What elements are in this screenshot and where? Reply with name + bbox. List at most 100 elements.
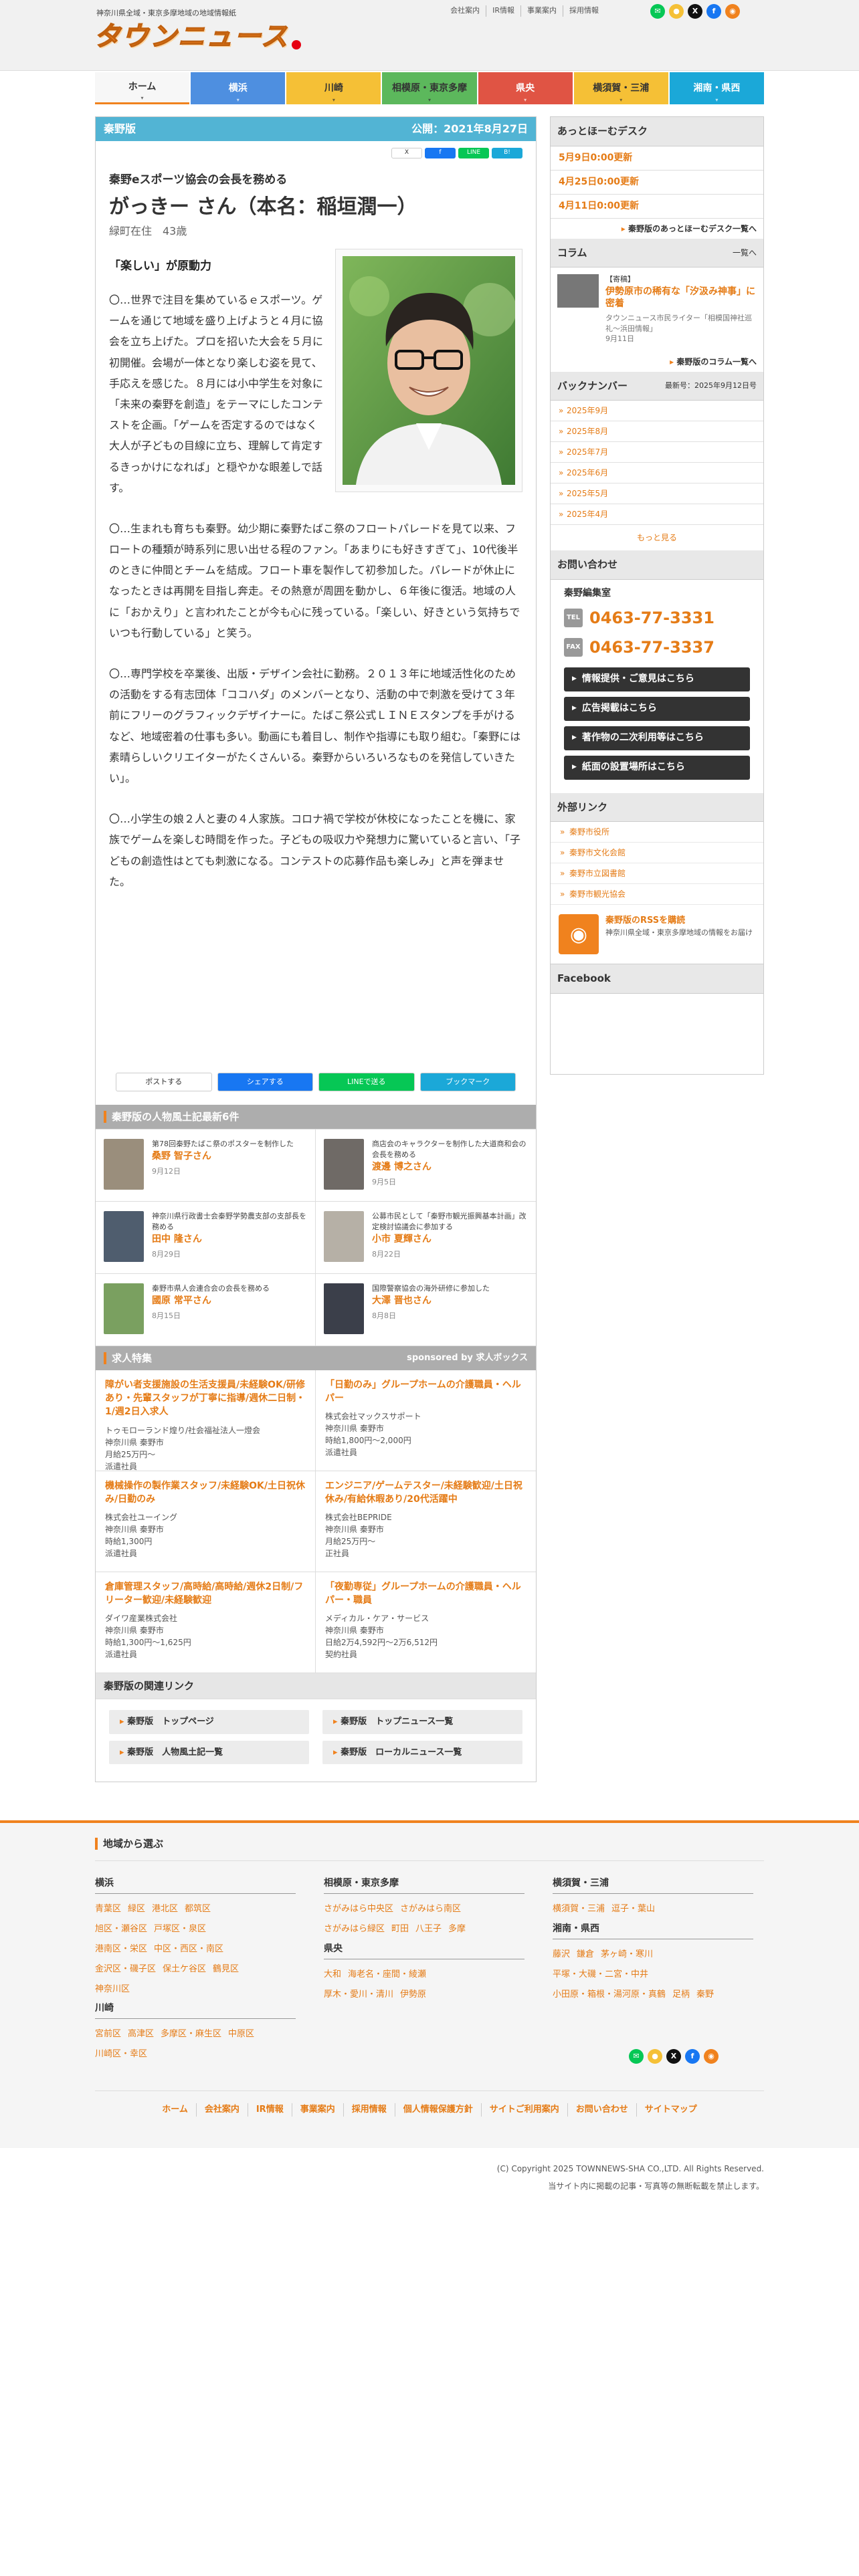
- job-title[interactable]: 機械操作の製作業スタッフ/未経験OK/土日祝休み/日勤のみ: [105, 1479, 306, 1507]
- nav-shonan[interactable]: 湘南・県西: [669, 72, 764, 104]
- people-item[interactable]: 第78回秦野たばこ祭のポスターを制作した 桑野 智子さん 9月12日: [96, 1129, 316, 1202]
- footer-link[interactable]: 中区・西区・南区: [154, 1944, 223, 1954]
- footer-nav-home[interactable]: ホーム: [154, 2103, 196, 2117]
- footer-link[interactable]: 中原区: [228, 2029, 254, 2039]
- footer-link[interactable]: 海老名・座間・綾瀬: [348, 1969, 426, 1979]
- job-item[interactable]: 「夜勤専従」グループホームの介護職員・ヘルパー・職員 メディカル・ケア・サービス神…: [316, 1572, 536, 1673]
- nav-yokohama[interactable]: 横浜: [191, 72, 286, 104]
- footer-nav-privacy[interactable]: 個人情報保護方針: [394, 2103, 481, 2117]
- hatena-mini-button[interactable]: B!: [492, 148, 522, 158]
- facebook-share-button[interactable]: シェアする: [217, 1072, 313, 1091]
- footer-link[interactable]: 川崎区・幸区: [95, 2049, 147, 2059]
- footer-link[interactable]: 旭区・瀬谷区: [95, 1924, 147, 1934]
- footer-link[interactable]: 港南区・栄区: [95, 1944, 147, 1954]
- related-link-localnews[interactable]: 秦野版 ローカルニュース一覧: [322, 1740, 522, 1765]
- footer-nav-contact[interactable]: お問い合わせ: [567, 2103, 636, 2117]
- job-title[interactable]: 「夜勤専従」グループホームの介護職員・ヘルパー・職員: [325, 1580, 527, 1608]
- job-title[interactable]: 倉庫管理スタッフ/高時給/高時給/週休2日制/フリーター歓迎/未経験歓迎: [105, 1580, 306, 1608]
- footer-link[interactable]: 青葉区: [95, 1904, 121, 1914]
- x-icon[interactable]: X: [666, 2049, 681, 2064]
- line-icon[interactable]: ✉: [650, 4, 665, 19]
- external-link[interactable]: 秦野市文化会館: [551, 843, 763, 864]
- footer-link[interactable]: 都筑区: [185, 1904, 211, 1914]
- ad-button[interactable]: 広告掲載はこちら: [564, 696, 750, 721]
- people-item[interactable]: 秦野市県人会連合会の会長を務める 國原 常平さん 8月15日: [96, 1273, 316, 1346]
- backnumber-more-link[interactable]: もっと見る: [551, 525, 763, 550]
- footer-link[interactable]: さがみはら南区: [400, 1904, 461, 1914]
- job-title[interactable]: 障がい者支援施設の生活支援員/未経験OK/研修あり・先輩スタッフが丁寧に指導/週…: [105, 1378, 306, 1419]
- line-icon[interactable]: ✉: [629, 2049, 644, 2064]
- footer-nav-sitemap[interactable]: サイトマップ: [636, 2103, 705, 2117]
- nav-home[interactable]: ホーム: [95, 72, 190, 104]
- job-item[interactable]: 障がい者支援施設の生活支援員/未経験OK/研修あり・先輩スタッフが丁寧に指導/週…: [96, 1370, 316, 1471]
- footer-link[interactable]: 平塚・大磯・二宮・中井: [553, 1969, 648, 1979]
- footer-link[interactable]: 町田: [391, 1924, 409, 1934]
- toplink-company[interactable]: 会社案内: [444, 5, 486, 17]
- site-logo[interactable]: タウンニュース: [93, 19, 301, 55]
- footer-link[interactable]: 戸塚区・泉区: [154, 1924, 206, 1934]
- footer-link[interactable]: 秦野: [696, 1990, 714, 2000]
- toplink-ir[interactable]: IR情報: [486, 5, 520, 17]
- column-all-link[interactable]: 一覧へ: [733, 247, 757, 259]
- footer-link[interactable]: 小田原・箱根・湯河原・真鶴: [553, 1990, 666, 2000]
- person-photo[interactable]: [335, 248, 522, 492]
- backnumber-item[interactable]: 2025年6月: [551, 463, 763, 484]
- job-item[interactable]: 倉庫管理スタッフ/高時給/高時給/週休2日制/フリーター歓迎/未経験歓迎 ダイワ産…: [96, 1572, 316, 1673]
- bookmark-button[interactable]: ブックマーク: [419, 1072, 516, 1091]
- footer-link[interactable]: 鎌倉: [577, 1949, 594, 1959]
- facebook-icon[interactable]: f: [706, 4, 721, 19]
- footer-nav-company[interactable]: 会社案内: [195, 2103, 248, 2117]
- news-icon[interactable]: ●: [669, 4, 684, 19]
- toplink-recruit[interactable]: 採用情報: [563, 5, 605, 17]
- column-item[interactable]: 【寄稿】 伊勢原市の稀有な「汐汲み神事」に密着 タウンニュース市民ライター「相模…: [551, 267, 763, 352]
- footer-link[interactable]: 保土ケ谷区: [163, 1964, 206, 1974]
- rss-box[interactable]: ◉ 秦野版のRSSを購読 神奈川県全域・東京多摩地域の情報をお届け: [551, 905, 763, 964]
- info-submit-button[interactable]: 情報提供・ご意見はこちら: [564, 667, 750, 691]
- backnumber-item[interactable]: 2025年5月: [551, 484, 763, 505]
- people-item[interactable]: 商店会のキャラクターを制作した大道商和会の会長を務める 渡邊 博之さん 9月5日: [316, 1130, 536, 1202]
- desk-item[interactable]: 4月25日0:00更新: [551, 171, 763, 195]
- rss-icon[interactable]: ◉: [704, 2049, 719, 2064]
- rss-title[interactable]: 秦野版のRSSを購読: [605, 914, 753, 928]
- footer-link[interactable]: 伊勢原: [400, 1990, 426, 2000]
- footer-link[interactable]: さがみはら緑区: [324, 1924, 385, 1934]
- backnumber-item[interactable]: 2025年4月: [551, 504, 763, 526]
- line-share-button[interactable]: LINEで送る: [318, 1072, 415, 1091]
- footer-link[interactable]: 足柄: [672, 1990, 690, 2000]
- backnumber-item[interactable]: 2025年8月: [551, 421, 763, 443]
- footer-link[interactable]: 茅ヶ崎・寒川: [601, 1949, 653, 1959]
- column-more-link[interactable]: 秦野版のコラム一覧へ: [551, 352, 763, 372]
- footer-link[interactable]: 厚木・愛川・清川: [324, 1990, 393, 2000]
- post-mini-button[interactable]: X: [391, 148, 422, 158]
- people-item[interactable]: 公募市民として「秦野市観光振興基本計画」改定検討協議会に参加する 小市 夏輝さん 8…: [316, 1202, 536, 1274]
- footer-link[interactable]: 逗子・葉山: [611, 1904, 655, 1914]
- footer-link[interactable]: 八王子: [415, 1924, 442, 1934]
- external-link[interactable]: 秦野市観光協会: [551, 884, 763, 905]
- footer-link[interactable]: 藤沢: [553, 1949, 570, 1959]
- nav-kawasaki[interactable]: 川崎: [286, 72, 381, 104]
- job-item[interactable]: 「日勤のみ」グループホームの介護職員・ヘルパー 株式会社マックスサポート 神奈川県 …: [316, 1370, 536, 1471]
- people-item[interactable]: 神奈川県行政書士会秦野学勢農支部の支部長を務める 田中 隆さん 8月29日: [96, 1201, 316, 1274]
- job-item[interactable]: エンジニア/ゲームテスター/未経験歓迎/土日祝休み/有給休暇あり/20代活躍中株…: [316, 1471, 536, 1572]
- rss-icon[interactable]: ◉: [725, 4, 740, 19]
- footer-nav-business[interactable]: 事業案内: [291, 2103, 343, 2117]
- backnumber-item[interactable]: 2025年7月: [551, 442, 763, 463]
- news-icon[interactable]: ●: [648, 2049, 662, 2064]
- related-link-top[interactable]: 秦野版 トップページ: [109, 1710, 309, 1734]
- jobs-sponsor[interactable]: sponsored by 求人ボックス: [407, 1352, 528, 1365]
- desk-more-link[interactable]: 秦野版のあっとほーむデスク一覧へ: [551, 219, 763, 239]
- external-link[interactable]: 秦野市役所: [551, 822, 763, 843]
- job-title[interactable]: 「日勤のみ」グループホームの介護職員・ヘルパー: [325, 1378, 527, 1406]
- footer-link[interactable]: 金沢区・磯子区: [95, 1964, 156, 1974]
- footer-link[interactable]: さがみはら中央区: [324, 1904, 393, 1914]
- related-link-people[interactable]: 秦野版 人物風土記一覧: [109, 1740, 309, 1765]
- copyright-use-button[interactable]: 著作物の二次利用等はこちら: [564, 726, 750, 750]
- post-button[interactable]: ポストする: [116, 1072, 212, 1091]
- nav-kenou[interactable]: 県央: [478, 72, 573, 104]
- people-item[interactable]: 国際警察協会の海外研修に参加した 大澤 晋也さん 8月8日: [316, 1274, 536, 1346]
- external-link[interactable]: 秦野市立図書館: [551, 863, 763, 885]
- footer-link[interactable]: 多摩区・麻生区: [161, 2029, 221, 2039]
- nav-yokosuka[interactable]: 横須賀・三浦: [573, 72, 668, 104]
- footer-link[interactable]: 横須賀・三浦: [553, 1904, 605, 1914]
- paper-location-button[interactable]: 紙面の設置場所はこちら: [564, 755, 750, 780]
